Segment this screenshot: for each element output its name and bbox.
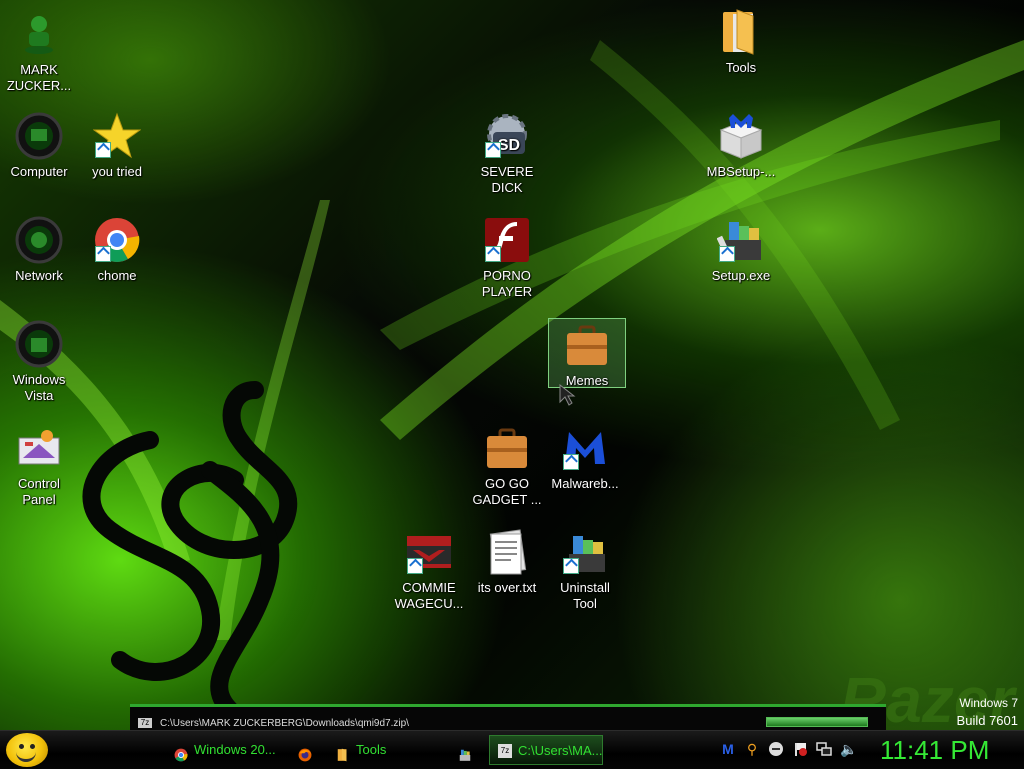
windows-version-text: Windows 7 (959, 696, 1018, 710)
mbsetup-box-icon (717, 112, 765, 160)
desktop-icon-go-go-gadget[interactable]: GO GO GADGET ... (469, 424, 545, 508)
vista-orb-icon (15, 320, 63, 368)
desktop-icon-mbsetup[interactable]: MBSetup-... (703, 112, 779, 180)
desktop-icon-memes[interactable]: Memes (548, 318, 626, 388)
desktop-icon-porno-player[interactable]: PORNO PLAYER (469, 216, 545, 300)
gold-star-icon (92, 112, 142, 160)
computer-icon (15, 112, 63, 160)
smiley-eye-icon (30, 744, 35, 749)
taskbar-button-firefox[interactable] (290, 735, 324, 765)
7zip-icon: 7z (498, 744, 512, 758)
briefcase-folder-icon (563, 321, 611, 369)
desktop-icon-label: Computer (10, 164, 68, 179)
taskbar-button-chrome[interactable]: Windows 20... (166, 735, 286, 765)
desktop-icon-chome[interactable]: chome (79, 216, 155, 284)
shortcut-arrow-icon (485, 246, 501, 262)
shortcut-arrow-icon (719, 246, 735, 262)
malwarebytes-icon[interactable]: M (720, 741, 736, 757)
taskbar-clock[interactable]: 11:41 PM (880, 733, 989, 767)
desktop-icon-label: Windows Vista (12, 372, 66, 403)
start-button[interactable] (6, 733, 48, 767)
desktop-icon-windows-vista[interactable]: Windows Vista (1, 320, 77, 404)
razer-wallpaper: Razer (0, 40, 1024, 730)
uninstall-tool-icon (561, 528, 609, 576)
desktop-icon-label: you tried (92, 164, 142, 179)
desktop-icon-commie-wagecu[interactable]: COMMIE WAGECU... (391, 528, 467, 612)
progress-fill (766, 717, 868, 727)
taskbar-button-label: Tools (356, 742, 387, 757)
desktop-icon-you-tried[interactable]: you tried (79, 112, 155, 180)
taskbar-button-label: C:\Users\MA... (518, 743, 603, 758)
desktop-icon-setup-exe[interactable]: Setup.exe (703, 216, 779, 284)
desktop-icon-label: chome (97, 268, 137, 283)
smiley-eye-icon (19, 744, 24, 749)
volume-icon[interactable]: 🔈 (840, 741, 857, 757)
build-number-text: Build 7601 (956, 713, 1018, 728)
desktop-icon-label: Malwareb... (551, 476, 619, 491)
mouse-cursor-icon (558, 383, 578, 406)
shortcut-arrow-icon (95, 246, 111, 262)
desktop-icon-label: PORNO PLAYER (481, 268, 533, 299)
shortcut-arrow-icon (95, 142, 111, 158)
desktop-icon-label: Setup.exe (711, 268, 771, 283)
malwarebytes-icon (561, 424, 609, 472)
desktop-icon-its-over[interactable]: its over.txt (469, 528, 545, 596)
desktop-icon-label: COMMIE WAGECU... (394, 580, 464, 611)
desktop-icon-severe-dick[interactable]: SD SEVERE DICK (469, 112, 545, 196)
desktop-icon-mark-zucker[interactable]: MARK ZUCKER... (1, 10, 77, 94)
skype-icon[interactable] (768, 741, 784, 757)
chrome-icon (93, 216, 141, 264)
desktop-icon-network[interactable]: Network (1, 216, 77, 284)
network-icon (15, 216, 63, 264)
sd-gear-icon: SD (483, 112, 531, 160)
desktop-icon-label: its over.txt (477, 580, 537, 595)
desktop-icon-label: MARK ZUCKER... (6, 62, 72, 93)
7zip-icon: 7z (138, 718, 152, 728)
eagle-emblem-icon (405, 528, 453, 576)
desktop-icon-label: GO GO GADGET ... (472, 476, 542, 507)
control-panel-icon (15, 424, 63, 472)
network-icon[interactable] (816, 741, 832, 757)
desktop-icon-uninstall-tool[interactable]: Uninstall Tool (547, 528, 623, 612)
folder-icon (717, 8, 765, 56)
briefcase-folder-icon (483, 424, 531, 472)
desktop-icon-malwareb[interactable]: Malwareb... (547, 424, 623, 492)
text-file-icon (483, 528, 531, 576)
shortcut-arrow-icon (563, 558, 579, 574)
green-figure-icon (15, 10, 63, 58)
windows-build-watermark: Windows 7 Build 7601 (957, 694, 1018, 730)
firefox-icon (298, 743, 312, 762)
flash-player-icon (483, 216, 531, 264)
folder-icon (336, 743, 350, 762)
desktop-icon-label: Network (15, 268, 63, 283)
search-icon[interactable]: ⚲ (744, 741, 760, 757)
sd-badge-text: SD (498, 137, 520, 154)
chrome-icon (174, 743, 188, 762)
shortcut-arrow-icon (563, 454, 579, 470)
taskbar-button-7zip[interactable]: 7z C:\Users\MA... (489, 735, 603, 765)
desktop-icon-label: Control Panel (18, 476, 60, 507)
smiley-mouth-icon (16, 752, 36, 762)
desktop-icon-control-panel[interactable]: Control Panel (1, 424, 77, 508)
taskbar-button-label: Windows 20... (194, 742, 276, 757)
action-center-flag-icon[interactable] (792, 741, 808, 757)
desktop-icon-label: Uninstall Tool (560, 580, 610, 611)
desktop-icon-computer[interactable]: Computer (1, 112, 77, 180)
desktop-icon-label: Tools (725, 60, 757, 75)
taskbar: Windows 20... Tools 7z C:\Users\MA... M … (0, 730, 1024, 769)
shortcut-arrow-icon (485, 142, 501, 158)
desktop-icon-label: SEVERE DICK (480, 164, 534, 195)
installer-icon (716, 216, 765, 264)
archive-path-text: C:\Users\MARK ZUCKERBERG\Downloads\qmi9d… (160, 718, 409, 729)
desktop-icon-label: MBSetup-... (706, 164, 776, 179)
taskbar-button-installer[interactable] (450, 735, 484, 765)
extraction-progress-strip: 7z C:\Users\MARK ZUCKERBERG\Downloads\qm… (130, 704, 886, 733)
taskbar-button-tools[interactable]: Tools (328, 735, 444, 765)
installer-icon (458, 743, 472, 761)
desktop-icon-tools[interactable]: Tools (703, 8, 779, 76)
shortcut-arrow-icon (407, 558, 423, 574)
